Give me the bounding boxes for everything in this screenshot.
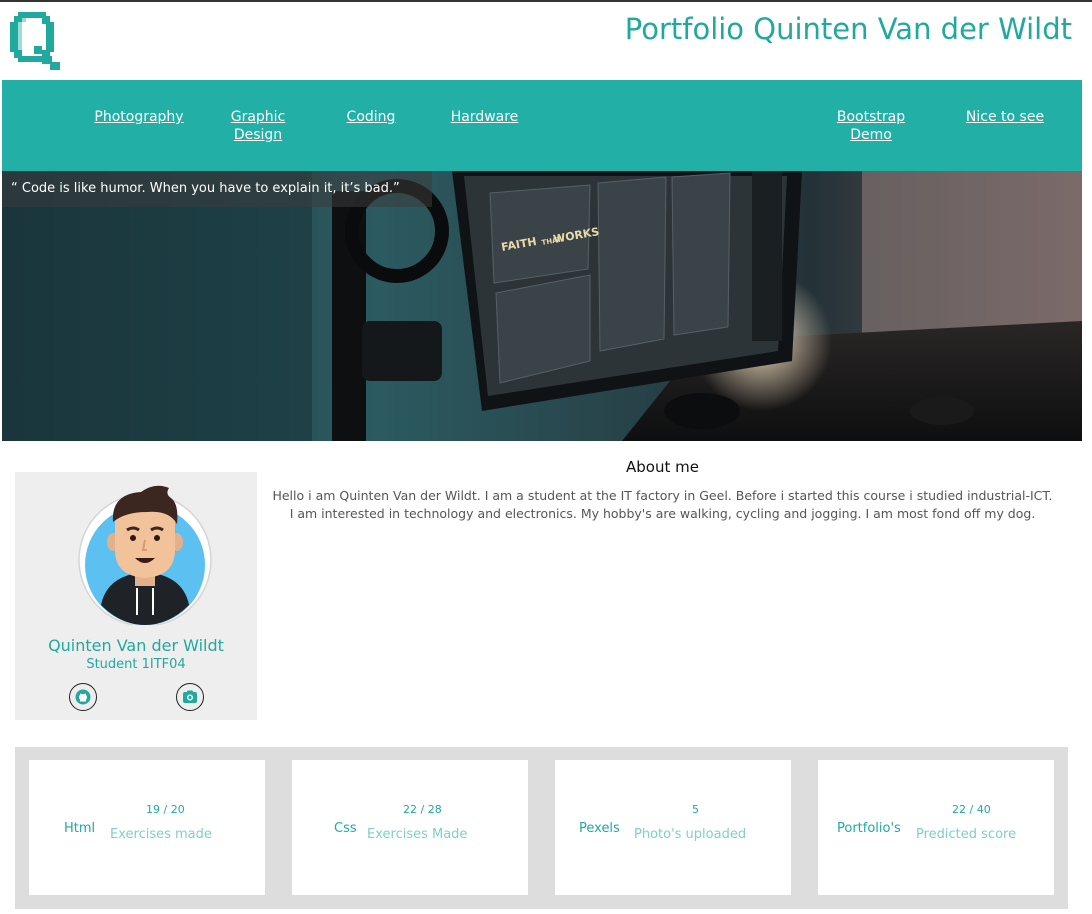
nav-item-nice-to-see[interactable]: Nice to see (954, 108, 1056, 126)
stat-card-pexels: Pexels 5 Photo's uploaded (555, 760, 791, 895)
github-icon (75, 689, 91, 705)
about-title: About me (626, 458, 699, 476)
profile-role: Student 1ITF04 (86, 657, 186, 672)
hero-desk-illustration: FAITH THAT WORKS (2, 171, 1082, 441)
page: Portfolio Quinten Van der Wildt Photogra… (0, 2, 1092, 914)
stat-desc: Predicted score (916, 827, 1017, 842)
stat-card-html: Html 19 / 20 Exercises made (29, 760, 265, 895)
stat-value: 19 / 20 (146, 803, 185, 816)
stat-value: 22 / 40 (952, 803, 991, 816)
nav-item-photography[interactable]: Photography (84, 108, 194, 126)
hero-image: FAITH THAT WORKS “ Code is like humor. W… (2, 171, 1082, 441)
stat-label: Css (334, 821, 357, 836)
pexels-link[interactable] (176, 683, 204, 711)
stat-desc: Exercises Made (367, 827, 468, 842)
nav-item-bootstrap-demo[interactable]: Bootstrap Demo (828, 108, 914, 144)
hero-quote: “ Code is like humor. When you have to e… (2, 171, 432, 207)
camera-icon (183, 690, 197, 703)
nav-item-hardware[interactable]: Hardware (442, 108, 527, 126)
stat-desc: Exercises made (110, 827, 212, 842)
stat-value: 5 (692, 803, 699, 816)
stat-desc: Photo's uploaded (634, 827, 747, 842)
stat-card-css: Css 22 / 28 Exercises Made (292, 760, 528, 895)
nav-item-graphic-design[interactable]: Graphic Design (218, 108, 298, 144)
stat-label: Portfolio's (837, 821, 901, 836)
stat-label: Pexels (579, 821, 620, 836)
logo-icon[interactable] (10, 12, 62, 72)
about-text: Hello i am Quinten Van der Wildt. I am a… (272, 488, 1053, 521)
stat-card-portfolios: Portfolio's 22 / 40 Predicted score (818, 760, 1054, 895)
nav-item-coding[interactable]: Coding (332, 108, 410, 126)
stats-panel: Html 19 / 20 Exercises made Css 22 / 28 … (15, 747, 1068, 909)
profile-name: Quinten Van der Wildt (48, 636, 224, 655)
stat-label: Html (64, 821, 96, 836)
stat-value: 22 / 28 (403, 803, 442, 816)
github-link[interactable] (69, 683, 97, 711)
main-nav: Photography Graphic Design Coding Hardwa… (2, 80, 1082, 171)
profile-card: Quinten Van der Wildt Student 1ITF04 (15, 472, 257, 720)
site-title: Portfolio Quinten Van der Wildt (624, 12, 1072, 46)
avatar (78, 485, 212, 625)
